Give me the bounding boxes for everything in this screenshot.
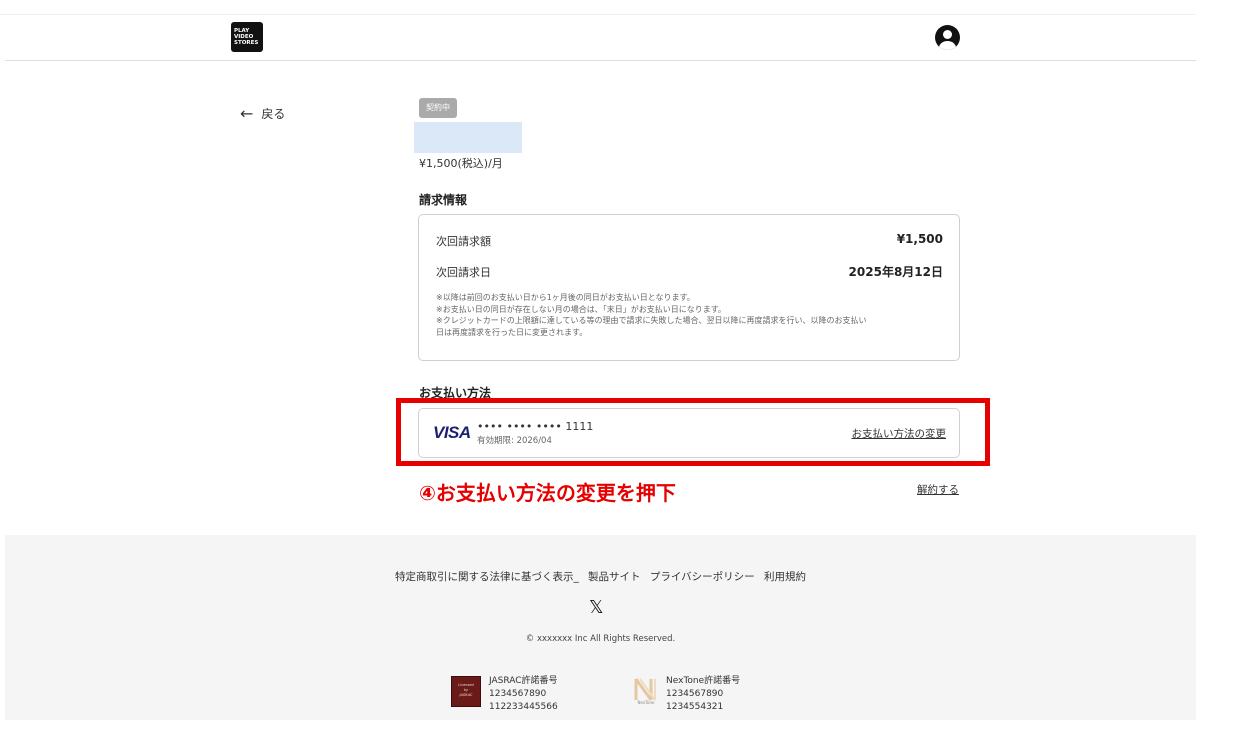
top-border	[0, 14, 1196, 15]
cancel-subscription-link[interactable]: 解約する	[917, 482, 959, 497]
header-divider	[5, 60, 1196, 61]
back-label: 戻る	[261, 107, 286, 121]
footer-link-privacy-policy[interactable]: プライバシーポリシー	[650, 571, 755, 583]
back-button[interactable]: ← 戻る	[240, 105, 285, 122]
billing-card: 次回請求額 ¥1,500 次回請求日 2025年8月12日 ※以降は前回のお支払…	[418, 214, 960, 361]
jasrac-license-info: JASRAC許諾番号 1234567890 112233445566	[489, 676, 558, 712]
play-video-stores-logo[interactable]: PLAY VIDEO STORES	[231, 22, 263, 52]
footer: 特定商取引に関する法律に基づく表示_ 製品サイト プライバシーポリシー 利用規約…	[5, 535, 1196, 720]
footer-link-terms[interactable]: 利用規約	[764, 571, 806, 583]
copyright: © xxxxxxx Inc All Rights Reserved.	[525, 634, 676, 644]
instruction-annotation: ④お支払い方法の変更を押下	[419, 481, 676, 505]
footer-link-product-site[interactable]: 製品サイト	[588, 571, 641, 583]
x-social-icon[interactable]: 𝕏	[589, 597, 604, 618]
plan-price: ¥1,500(税込)/月	[419, 157, 503, 170]
arrow-left-icon: ←	[240, 103, 254, 123]
user-avatar-icon[interactable]	[935, 25, 960, 50]
status-badge: 契約中	[419, 98, 457, 118]
footer-link-tokushoho[interactable]: 特定商取引に関する法律に基づく表示_	[395, 571, 579, 583]
plan-name-redacted	[414, 122, 522, 153]
next-date-value: 2025年8月12日	[848, 265, 943, 279]
billing-section-title: 請求情報	[419, 193, 468, 207]
billing-notes: ※以降は前回のお支払い日から1ヶ月後の同日がお支払い日となります。 ※お支払い日…	[436, 293, 867, 337]
nextone-logo-icon: NexTone	[631, 676, 661, 707]
highlight-box	[396, 398, 990, 466]
next-date-label: 次回請求日	[436, 266, 491, 279]
jasrac-logo-icon: Licensed by JASRAC	[451, 676, 481, 707]
next-amount-value: ¥1,500	[896, 232, 943, 246]
footer-links: 特定商取引に関する法律に基づく表示_ 製品サイト プライバシーポリシー 利用規約	[5, 569, 1196, 584]
next-amount-label: 次回請求額	[436, 235, 491, 248]
nextone-license-info: NexTone許諾番号 1234567890 1234554321	[666, 676, 741, 712]
